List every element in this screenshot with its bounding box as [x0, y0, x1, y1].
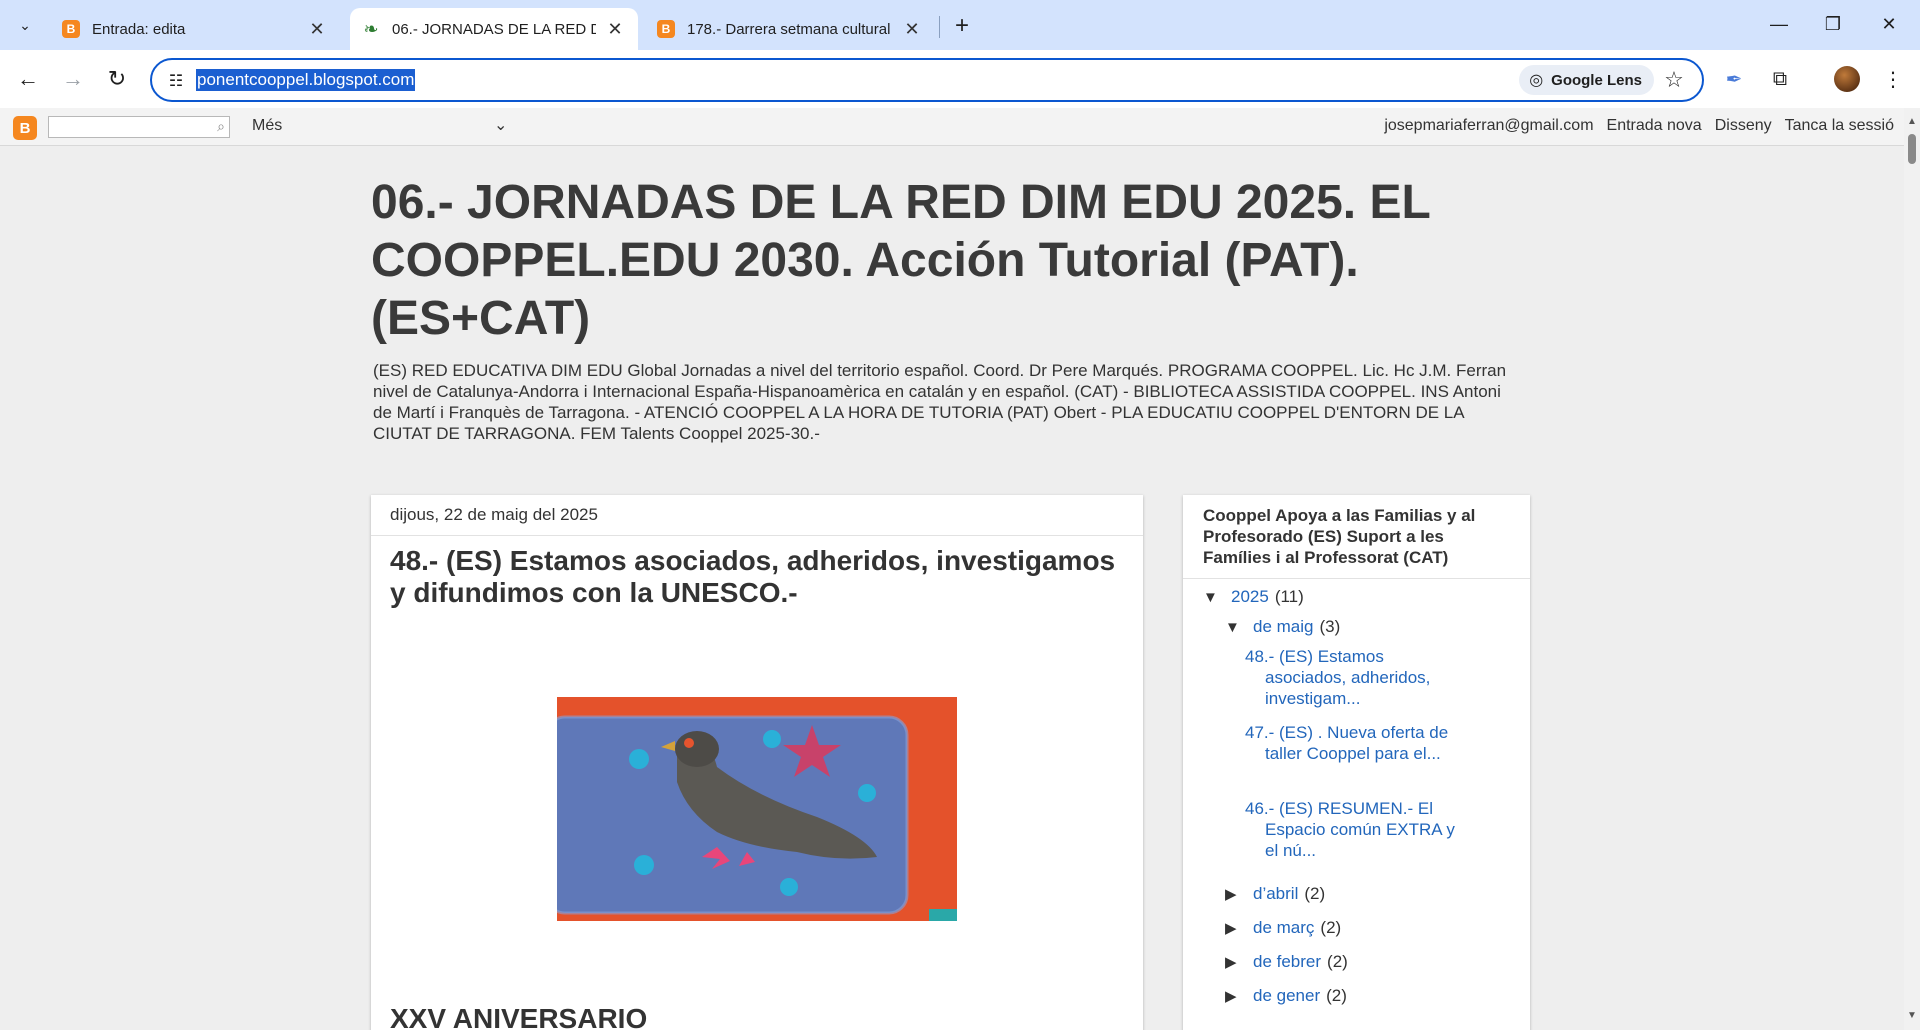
cooppel-icon: ❧	[363, 18, 379, 39]
close-icon[interactable]: ✕	[604, 18, 626, 40]
post-subtitle: XXV ANIVERSARIO	[390, 1003, 648, 1030]
address-bar[interactable]: ☷ ponentcooppel.blogspot.com ◎ Google Le…	[150, 58, 1704, 102]
blogger-icon: B	[657, 20, 675, 38]
feather-extension-icon[interactable]: ✒	[1718, 63, 1750, 95]
scroll-down-icon[interactable]: ▼	[1907, 1010, 1917, 1021]
archive-year-2025[interactable]: ▼ 2025 (11)	[1203, 587, 1304, 607]
blogger-icon: B	[62, 20, 80, 38]
tab-search-button[interactable]: ⌄	[10, 10, 40, 40]
browser-toolbar: ← → ↻ ☷ ponentcooppel.blogspot.com ◎ Goo…	[0, 50, 1920, 108]
archive-month-label[interactable]: de març	[1253, 918, 1314, 938]
plus-icon: +	[954, 12, 969, 39]
archive-month-label[interactable]: d’abril	[1253, 884, 1298, 904]
reload-icon: ↻	[107, 66, 127, 91]
archive-month-marc[interactable]: ▶ de març (2)	[1225, 918, 1341, 938]
chevron-down-icon[interactable]: ⌄	[494, 115, 507, 135]
search-icon[interactable]: ⌕	[217, 118, 225, 135]
archive-count: (3)	[1319, 617, 1341, 636]
archive-month-label[interactable]: de febrer	[1253, 952, 1321, 972]
archive-count: (2)	[1320, 918, 1342, 937]
back-button[interactable]: ←	[12, 63, 44, 95]
scroll-thumb[interactable]	[1908, 134, 1916, 164]
triangle-right-icon[interactable]: ▶	[1225, 953, 1245, 971]
post-date: dijous, 22 de maig del 2025	[390, 505, 598, 524]
sidebar-title: Cooppel Apoya a las Familias y al Profes…	[1203, 506, 1476, 567]
extensions-puzzle-icon[interactable]: ⧉	[1764, 63, 1796, 95]
archive-post-link[interactable]: 46.- (ES) RESUMEN.- El Espacio común EXT…	[1245, 798, 1455, 861]
sign-out-link[interactable]: Tanca la sessió	[1785, 117, 1894, 135]
triangle-right-icon[interactable]: ▶	[1225, 987, 1245, 1005]
archive-month-febrer[interactable]: ▶ de febrer (2)	[1225, 952, 1348, 972]
divider	[1183, 578, 1530, 579]
bookmark-star-icon[interactable]: ☆	[1660, 66, 1688, 94]
tab-title: 178.- Darrera setmana cultural d	[687, 20, 893, 38]
blog-description: (ES) RED EDUCATIVA DIM EDU Global Jornad…	[373, 361, 1507, 443]
tab-title: Entrada: edita	[92, 20, 186, 38]
triangle-right-icon[interactable]: ▶	[1225, 885, 1245, 903]
design-link[interactable]: Disseny	[1715, 117, 1772, 135]
post-image-clay-bird[interactable]	[557, 697, 957, 921]
restore-icon: ❐	[1824, 13, 1842, 34]
arrow-left-icon: ←	[17, 66, 39, 91]
archive-count: (2)	[1326, 986, 1347, 1005]
blog-search-input[interactable]: ⌕	[48, 116, 230, 138]
menu-kebab-icon[interactable]: ⋮	[1877, 63, 1909, 95]
site-info-icon[interactable]: ☷	[164, 69, 188, 93]
minimize-button[interactable]: —	[1756, 8, 1802, 40]
tab-strip: ⌄ B Entrada: edita ✕ ❧ 06.- JORNADAS DE …	[0, 0, 1920, 50]
user-email[interactable]: josepmariaferran@gmail.com	[1384, 117, 1593, 135]
tab-darrera-setmana[interactable]: B 178.- Darrera setmana cultural d ✕	[645, 8, 935, 50]
lens-icon: ◎	[1529, 72, 1544, 89]
archive-post-link[interactable]: 47.- (ES) . Nueva oferta de taller Coopp…	[1245, 722, 1455, 764]
minimize-icon: —	[1770, 13, 1788, 34]
tab-separator	[939, 16, 940, 38]
scroll-up-icon[interactable]: ▲	[1907, 116, 1917, 127]
archive-count: (2)	[1304, 884, 1326, 903]
tab-jornadas[interactable]: ❧ 06.- JORNADAS DE LA RED DIM ✕	[350, 8, 638, 50]
sidebar-archive-widget: Cooppel Apoya a las Familias y al Profes…	[1183, 495, 1530, 1030]
profile-avatar[interactable]	[1834, 66, 1860, 92]
clay-bird-illustration	[557, 697, 957, 921]
close-window-button[interactable]: ✕	[1866, 8, 1912, 40]
archive-month-label[interactable]: de maig	[1253, 617, 1313, 637]
forward-button[interactable]: →	[57, 63, 89, 95]
chevron-down-icon: ⌄	[19, 16, 31, 33]
archive-month-maig[interactable]: ▼ de maig (3)	[1225, 617, 1340, 637]
post-card: dijous, 22 de maig del 2025 48.- (ES) Es…	[371, 495, 1143, 1030]
blog-title[interactable]: 06.- JORNADAS DE LA RED DIM EDU 2025. EL…	[371, 174, 1521, 348]
triangle-down-icon[interactable]: ▼	[1225, 619, 1245, 636]
page-scrollbar[interactable]: ▲ ▼	[1904, 108, 1920, 1030]
lens-label: Google Lens	[1551, 71, 1642, 89]
blogger-logo-icon[interactable]: B	[13, 116, 37, 140]
close-icon: ✕	[1881, 13, 1897, 34]
triangle-down-icon[interactable]: ▼	[1203, 589, 1223, 606]
triangle-right-icon[interactable]: ▶	[1225, 919, 1245, 937]
close-icon[interactable]: ✕	[901, 18, 923, 40]
archive-month-gener[interactable]: ▶ de gener (2)	[1225, 986, 1347, 1006]
arrow-right-icon: →	[62, 66, 84, 91]
navbar-user-links: josepmariaferran@gmail.com Entrada nova …	[1384, 117, 1894, 135]
tab-title: 06.- JORNADAS DE LA RED DIM	[392, 20, 596, 38]
archive-month-abril[interactable]: ▶ d’abril (2)	[1225, 884, 1325, 904]
more-menu[interactable]: Més	[252, 117, 282, 135]
tab-entrada[interactable]: B Entrada: edita ✕	[50, 8, 340, 50]
url-text[interactable]: ponentcooppel.blogspot.com	[196, 69, 416, 91]
archive-count: (11)	[1274, 587, 1304, 606]
new-post-link[interactable]: Entrada nova	[1607, 117, 1702, 135]
archive-year-label[interactable]: 2025	[1231, 587, 1269, 607]
divider	[371, 535, 1143, 536]
archive-count: (2)	[1327, 952, 1348, 971]
blogger-navbar: B ⌕ Més ⌄ josepmariaferran@gmail.com Ent…	[0, 108, 1904, 146]
post-title[interactable]: 48.- (ES) Estamos asociados, adheridos, …	[390, 545, 1120, 609]
reload-button[interactable]: ↻	[101, 63, 133, 95]
new-tab-button[interactable]: +	[948, 12, 976, 40]
close-icon[interactable]: ✕	[306, 18, 328, 40]
archive-post-link[interactable]: 48.- (ES) Estamos asociados, adheridos, …	[1245, 646, 1455, 709]
archive-month-label[interactable]: de gener	[1253, 986, 1320, 1006]
google-lens-button[interactable]: ◎ Google Lens	[1519, 65, 1654, 95]
restore-button[interactable]: ❐	[1810, 8, 1856, 40]
